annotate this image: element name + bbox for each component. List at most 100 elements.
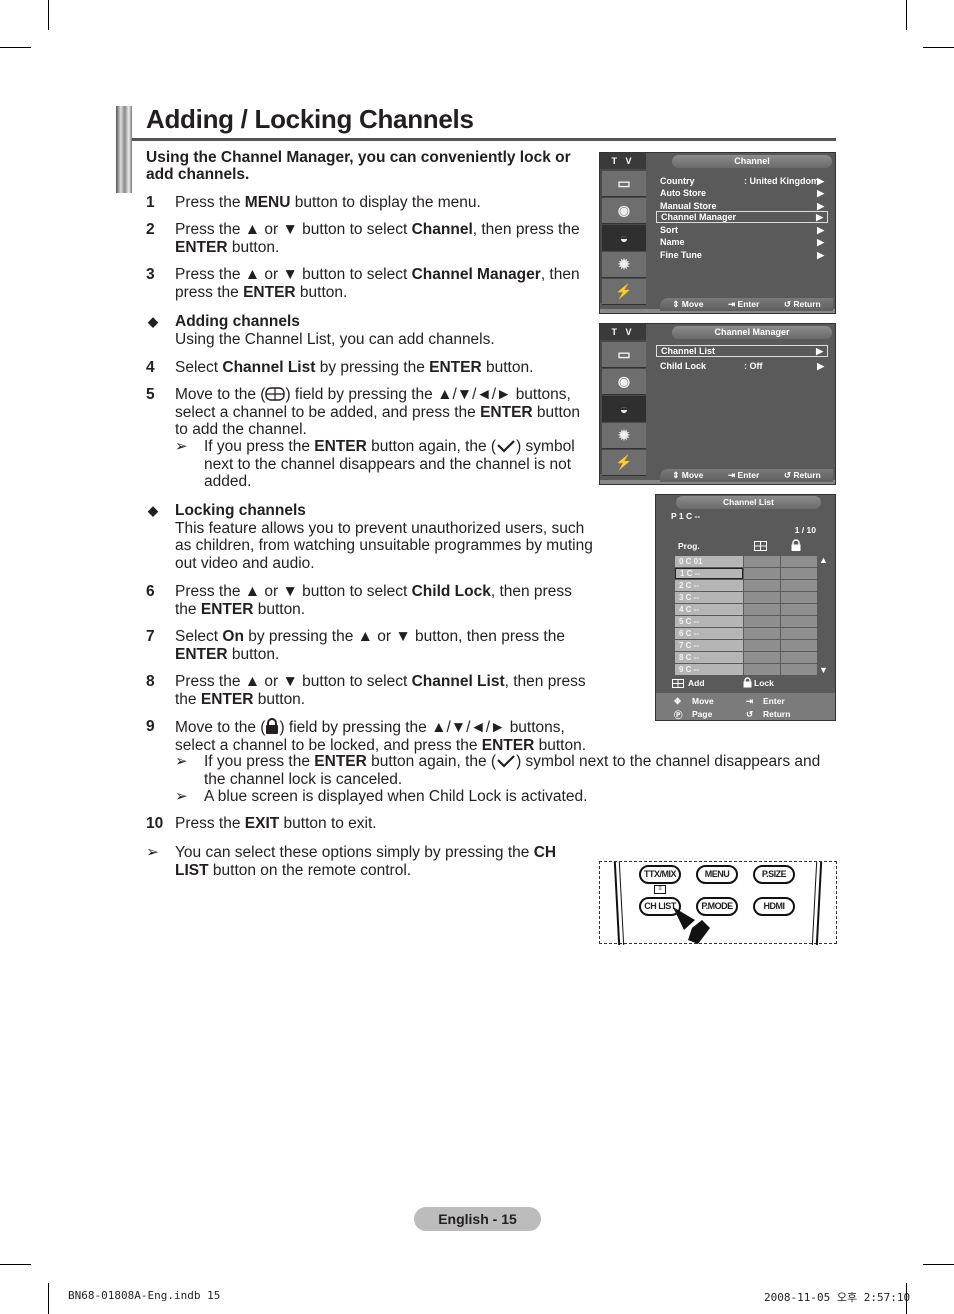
footer-move: Move (692, 696, 714, 706)
menu-item-name[interactable]: Name ▶ (656, 236, 828, 248)
channel-lock-cell[interactable] (781, 664, 817, 675)
hdmi-button[interactable]: HDMI (753, 897, 795, 916)
setup-gear-icon[interactable]: ✹ (602, 423, 646, 449)
setup-gear-icon[interactable]: ✹ (602, 252, 646, 278)
channel-row[interactable]: 5 C -- (675, 616, 817, 627)
footer-enter: ⇥ Enter (728, 470, 760, 480)
channel-row[interactable]: 0 C 01 (675, 556, 817, 567)
step-text: Press the ▲ or ▼ button to select Channe… (175, 266, 580, 301)
title-accent-bar (116, 106, 132, 193)
sound-icon[interactable]: ◉ (602, 369, 646, 395)
channel-add-cell[interactable] (744, 652, 780, 663)
section-text: Adding channels Using the Channel List, y… (175, 313, 495, 348)
channel-lock-cell[interactable] (781, 628, 817, 639)
step-text: Press the ▲ or ▼ button to select Child … (175, 583, 572, 618)
ttx-mix-button[interactable]: TTX/MIX (639, 865, 681, 884)
psize-button[interactable]: P.SIZE (753, 865, 795, 884)
scroll-down-icon[interactable]: ▼ (819, 665, 828, 675)
menu-item-fine-tune[interactable]: Fine Tune ▶ (656, 249, 828, 261)
menu-item-child-lock[interactable]: Child Lock: Off ▶ (656, 360, 828, 372)
note-text: If you press the ENTER button again, the… (204, 753, 821, 788)
channel-add-cell[interactable] (744, 616, 780, 627)
pointer-hand-icon (673, 907, 710, 944)
footer-move: ⇕ Move (672, 299, 704, 309)
step-number: 6 (146, 583, 155, 600)
timestamp-slug: 2008-11-05 오후 2:57:10 (764, 1291, 911, 1304)
picture-icon[interactable]: ▭ (602, 342, 646, 368)
channel-add-cell[interactable] (744, 604, 780, 615)
channel-row[interactable]: 8 C -- (675, 652, 817, 663)
step-number: 10 (146, 815, 164, 832)
menu-item-country[interactable]: Country: United Kingdom ▶ (656, 175, 828, 187)
step-text: Press the EXIT button to exit. (175, 815, 377, 832)
input-plug-icon[interactable]: ⚡ (602, 279, 646, 305)
step-text: Move to the () field by pressing the ▲/▼… (175, 386, 581, 438)
footer-return: ↺ Return (783, 299, 821, 309)
channel-prog-cell: 3 C -- (675, 592, 743, 603)
add-icon (672, 679, 684, 688)
step-text: Press the ▲ or ▼ button to select Channe… (175, 673, 586, 708)
crop-mark (48, 0, 49, 30)
footer-move: ⇕ Move (672, 470, 704, 480)
channel-row[interactable]: 4 C -- (675, 604, 817, 615)
intro-text: Using the Channel Manager, you can conve… (146, 149, 571, 183)
remote-edge-left (613, 862, 625, 945)
channel-add-cell[interactable] (744, 640, 780, 651)
channel-lock-cell[interactable] (781, 616, 817, 627)
menu-item-channel-list[interactable]: Channel List ▶ (656, 345, 828, 357)
page-p-icon: Ⓟ (674, 710, 683, 720)
channel-add-cell[interactable] (744, 628, 780, 639)
step-number: 5 (146, 386, 155, 403)
channel-lock-cell[interactable] (781, 604, 817, 615)
menu-footer: ⇕ Move ⇥ Enter ↺ Return (660, 298, 833, 311)
channel-row[interactable]: 9 C -- (675, 664, 817, 675)
page-indicator: 1 / 10 (794, 525, 816, 535)
channel-satellite-icon[interactable]: ◒ (602, 225, 646, 251)
channel-row[interactable]: 3 C -- (675, 592, 817, 603)
channel-add-cell[interactable] (744, 664, 780, 675)
channel-row[interactable]: 6 C -- (675, 628, 817, 639)
remote-control-illustration: TTX/MIX MENU P.SIZE ≡ CH LIST P.MODE HDM… (599, 861, 837, 945)
menu-item-auto-store[interactable]: Auto Store ▶ (656, 187, 828, 199)
channel-lock-cell[interactable] (781, 652, 817, 663)
step-text: Press the MENU button to display the men… (175, 194, 481, 211)
sound-icon[interactable]: ◉ (602, 198, 646, 224)
channel-list-footer: ✥ Move ⇥ Enter Ⓟ Page ↺ Return (656, 693, 835, 720)
arrow-note-icon: ➢ (175, 753, 188, 770)
channel-list-legend: Add Lock (656, 675, 835, 691)
channel-lock-cell[interactable] (781, 556, 817, 567)
step-text: Press the ▲ or ▼ button to select Channe… (175, 221, 580, 256)
title-rule (132, 138, 836, 141)
menu-item-sort[interactable]: Sort ▶ (656, 224, 828, 236)
note-text: A blue screen is displayed when Child Lo… (204, 788, 588, 805)
lock-column-icon (791, 539, 801, 551)
channel-row[interactable]: 1 C -- (675, 568, 817, 579)
channel-add-cell[interactable] (744, 592, 780, 603)
scroll-up-icon[interactable]: ▲ (819, 555, 828, 565)
channel-lock-cell[interactable] (781, 580, 817, 591)
add-field-icon (265, 387, 286, 401)
channel-add-cell[interactable] (744, 580, 780, 591)
channel-row[interactable]: 2 C -- (675, 580, 817, 591)
step-text: Select Channel List by pressing the ENTE… (175, 359, 534, 376)
channel-prog-cell: 4 C -- (675, 604, 743, 615)
side-menu: ▭ ◉ ◒ ✹ ⚡ (600, 169, 646, 305)
channel-row[interactable]: 7 C -- (675, 640, 817, 651)
input-plug-icon[interactable]: ⚡ (602, 450, 646, 476)
page-number: English - 15 (414, 1207, 541, 1231)
channel-satellite-icon[interactable]: ◒ (602, 396, 646, 422)
channel-prog-cell: 1 C -- (675, 568, 743, 579)
menu-button[interactable]: MENU (696, 865, 738, 884)
note-text: If you press the ENTER button again, the… (204, 438, 575, 490)
channel-add-cell[interactable] (744, 568, 780, 579)
move-updown-icon: ⇕ (672, 470, 680, 480)
move-4way-icon: ✥ (674, 696, 682, 706)
picture-icon[interactable]: ▭ (602, 171, 646, 197)
channel-add-cell[interactable] (744, 556, 780, 567)
channel-lock-cell[interactable] (781, 592, 817, 603)
channel-lock-cell[interactable] (781, 568, 817, 579)
channel-lock-cell[interactable] (781, 640, 817, 651)
menu-item-channel-manager[interactable]: Channel Manager ▶ (656, 211, 828, 223)
arrow-right-icon: ▶ (817, 361, 824, 371)
current-channel: P 1 C -- (671, 511, 701, 521)
